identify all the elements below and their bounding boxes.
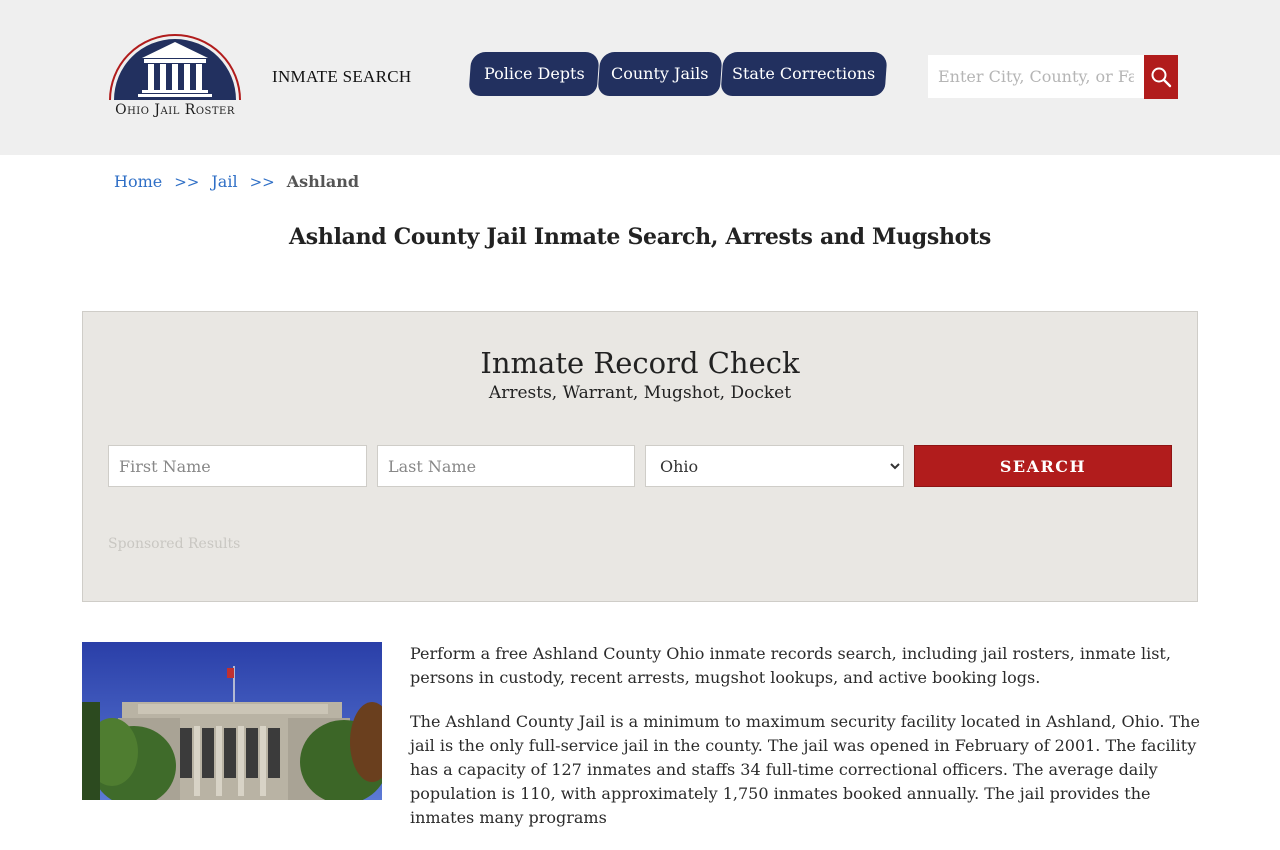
courthouse-logo-icon (109, 34, 241, 101)
sponsored-results-label: Sponsored Results (108, 536, 241, 552)
nav-tab-label: Police Depts (483, 64, 585, 83)
breadcrumb-separator: >> (174, 173, 200, 191)
nav-tab-police-depts[interactable]: Police Depts (468, 52, 600, 96)
breadcrumb-separator: >> (249, 173, 275, 191)
nav-tab-label: State Corrections (732, 64, 876, 83)
inmate-search-link[interactable]: INMATE SEARCH (272, 67, 411, 87)
last-name-input[interactable] (377, 445, 635, 487)
site-logo[interactable]: Ohio Jail Roster (104, 34, 246, 124)
county-description: Perform a free Ashland County Ohio inmat… (410, 642, 1200, 850)
description-paragraph: Perform a free Ashland County Ohio inmat… (410, 644, 1171, 687)
site-header: Ohio Jail Roster INMATE SEARCH Police De… (0, 0, 1280, 155)
breadcrumb-home[interactable]: Home (114, 172, 162, 191)
description-paragraph: The Ashland County Jail is a minimum to … (410, 712, 1200, 827)
facility-search-button[interactable] (1144, 55, 1178, 99)
state-select[interactable]: Ohio (645, 445, 904, 487)
courthouse-photo (82, 642, 382, 800)
search-icon (1151, 67, 1172, 88)
page-title: Ashland County Jail Inmate Search, Arres… (289, 224, 991, 250)
record-check-subtitle: Arrests, Warrant, Mugshot, Docket (488, 383, 792, 403)
breadcrumb: Home >> Jail >> Ashland (114, 172, 359, 191)
facility-search-input[interactable] (928, 55, 1144, 98)
first-name-input[interactable] (108, 445, 367, 487)
record-check-title: Inmate Record Check (480, 346, 800, 380)
record-search-button[interactable]: SEARCH (914, 445, 1172, 487)
inmate-record-check-panel: Inmate Record Check Arrests, Warrant, Mu… (82, 311, 1198, 602)
nav-tab-county-jails[interactable]: County Jails (597, 52, 723, 96)
breadcrumb-jail[interactable]: Jail (211, 172, 237, 191)
logo-text: Ohio Jail Roster (115, 102, 235, 118)
nav-tab-state-corrections[interactable]: State Corrections (720, 52, 888, 96)
breadcrumb-current: Ashland (286, 172, 360, 191)
nav-tab-label: County Jails (611, 64, 709, 83)
